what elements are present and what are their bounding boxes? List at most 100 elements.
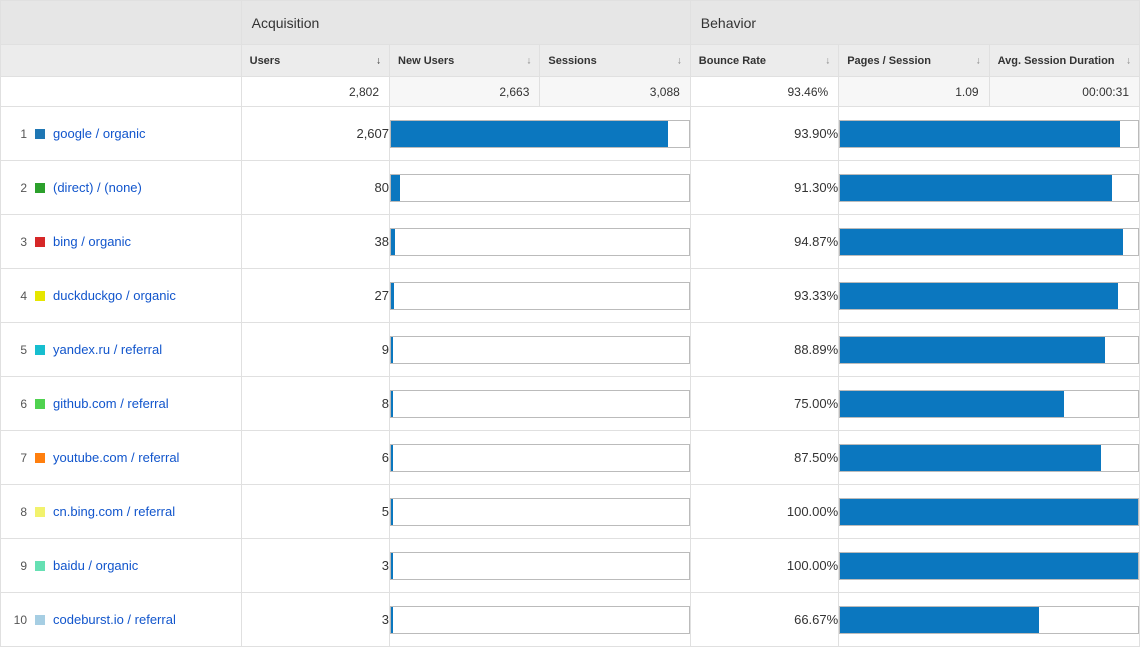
column-header-label: Avg. Session Duration [998,55,1115,67]
row-index: 7 [11,451,27,465]
source-cell: 9baidu / organic [1,539,242,593]
column-header-bounce-rate[interactable]: Bounce Rate ↓ [690,45,838,77]
source-medium-link[interactable]: yandex.ru / referral [53,342,162,357]
bar-outer [839,498,1139,526]
new-users-bar-cell [390,107,691,161]
sort-icon: ↓ [526,55,531,66]
column-header-sessions[interactable]: Sessions ↓ [540,45,690,77]
bar-fill [840,391,1063,417]
bar-fill [391,337,393,363]
totals-bounce-rate: 93.46% [690,77,838,107]
bar-outer [839,174,1139,202]
source-medium-link[interactable]: cn.bing.com / referral [53,504,175,519]
bar-outer [839,444,1139,472]
bar-fill [391,499,393,525]
bounce-rate-value: 91.30% [690,161,838,215]
bar-outer [390,498,690,526]
series-color-swatch [35,291,45,301]
bounce-rate-value: 75.00% [690,377,838,431]
series-color-swatch [35,345,45,355]
new-users-bar-cell [390,215,691,269]
bar-outer [390,120,690,148]
bar-fill [391,445,393,471]
source-cell: 8 cn.bing.com / referral [1,485,242,539]
users-value: 6 [241,431,389,485]
bar-fill [840,283,1118,309]
row-index: 6 [11,397,27,411]
bar-fill [391,229,395,255]
series-color-swatch [35,129,45,139]
bounce-rate-value: 93.33% [690,269,838,323]
bar-outer [839,120,1139,148]
totals-blank [1,77,242,107]
series-color-swatch [35,561,45,571]
table-row: 5yandex.ru / referral988.89% [1,323,1140,377]
bounce-rate-value: 66.67% [690,593,838,647]
bar-outer [390,282,690,310]
bar-fill [840,607,1039,633]
users-value: 3 [241,593,389,647]
totals-row: 2,802 2,663 3,088 93.46% 1.09 00:00:31 [1,77,1140,107]
series-color-swatch [35,507,45,517]
table-row: 6github.com / referral875.00% [1,377,1140,431]
source-cell: 4 duckduckgo / organic [1,269,242,323]
source-medium-link[interactable]: bing / organic [53,234,131,249]
row-index: 3 [11,235,27,249]
column-header-new-users[interactable]: New Users ↓ [390,45,540,77]
pages-session-bar-cell [839,107,1140,161]
group-header-acquisition[interactable]: Acquisition [241,1,690,45]
column-header-pages-session[interactable]: Pages / Session ↓ [839,45,989,77]
users-value: 2,607 [241,107,389,161]
totals-avg-duration: 00:00:31 [989,77,1139,107]
bar-fill [840,229,1123,255]
row-index: 8 [11,505,27,519]
series-color-swatch [35,237,45,247]
source-medium-link[interactable]: duckduckgo / organic [53,288,176,303]
new-users-bar-cell [390,269,691,323]
sort-icon: ↓ [976,55,981,66]
source-cell: 2(direct) / (none) [1,161,242,215]
column-header-users[interactable]: Users ↓ [241,45,389,77]
bar-fill [391,283,394,309]
new-users-bar-cell [390,377,691,431]
users-value: 5 [241,485,389,539]
column-header-label: Pages / Session [847,55,931,67]
new-users-bar-cell [390,593,691,647]
column-header-label: Bounce Rate [699,55,766,67]
series-color-swatch [35,615,45,625]
bar-outer [839,336,1139,364]
source-cell: 10 codeburst.io / referral [1,593,242,647]
series-color-swatch [35,183,45,193]
sort-icon: ↓ [1126,55,1131,66]
row-index: 10 [11,613,27,627]
group-header-behavior[interactable]: Behavior [690,1,1139,45]
source-cell: 6 github.com / referral [1,377,242,431]
source-medium-link[interactable]: youtube.com / referral [53,450,179,465]
source-medium-link[interactable]: baidu / organic [53,558,138,573]
bar-outer [390,444,690,472]
column-header-label: New Users [398,55,454,67]
bar-outer [390,390,690,418]
new-users-bar-cell [390,431,691,485]
sort-icon: ↓ [677,55,682,66]
bar-outer [839,228,1139,256]
group-header-blank [1,1,242,45]
pages-session-bar-cell [839,593,1140,647]
series-color-swatch [35,453,45,463]
source-medium-link[interactable]: github.com / referral [53,396,169,411]
analytics-table: Acquisition Behavior Users ↓ New Users ↓… [0,0,1140,647]
sort-desc-icon: ↓ [376,55,381,66]
bounce-rate-value: 88.89% [690,323,838,377]
table-row: 9baidu / organic3100.00% [1,539,1140,593]
pages-session-bar-cell [839,269,1140,323]
table-row: 7youtube.com / referral687.50% [1,431,1140,485]
bar-fill [840,499,1138,525]
source-medium-link[interactable]: (direct) / (none) [53,180,142,195]
source-medium-link[interactable]: google / organic [53,126,146,141]
bar-outer [390,336,690,364]
totals-pages-session: 1.09 [839,77,989,107]
column-header-avg-duration[interactable]: Avg. Session Duration ↓ [989,45,1139,77]
row-index: 4 [11,289,27,303]
column-header-row: Users ↓ New Users ↓ Sessions ↓ Bounce Ra… [1,45,1140,77]
source-medium-link[interactable]: codeburst.io / referral [53,612,176,627]
